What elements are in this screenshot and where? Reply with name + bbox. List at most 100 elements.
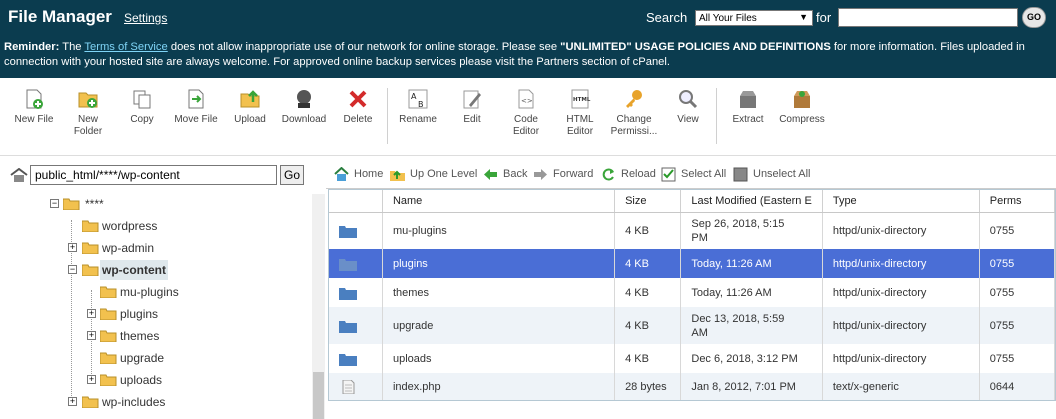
extract-button[interactable]: Extract [722,88,774,126]
folder-icon [100,308,117,320]
reload-button[interactable]: Reload [601,167,656,182]
file-modified-line-2: PM [691,231,708,244]
file-name[interactable]: themes [382,278,616,307]
unselect-all-button[interactable]: Unselect All [733,167,813,182]
view-button[interactable]: View [662,88,714,126]
search-go-button[interactable]: GO [1022,7,1046,28]
copy-button[interactable]: Copy [116,88,168,126]
tree-node-label[interactable]: themes [120,326,159,346]
file-modified: Dec 13, 2018, 5:59 AM [680,307,823,344]
column-header-type[interactable]: Type [822,190,980,213]
folder-icon [339,258,357,271]
tree-node-label[interactable]: upgrade [120,348,164,368]
toolbar: New File New Folder Copy Move File Uploa… [0,78,1056,156]
key-icon [626,90,642,108]
column-header-name[interactable]: Name [382,190,616,213]
path-go-button[interactable]: Go [280,165,304,185]
tree-node-label[interactable]: plugins [120,304,158,324]
rename-button[interactable]: AB Rename [392,88,444,126]
file-name[interactable]: plugins [382,249,616,278]
terms-of-service-link[interactable]: Terms of Service [84,41,167,53]
tree-scrollbar-thumb[interactable] [313,372,324,419]
file-perms: 0755 [979,278,1056,307]
edit-button[interactable]: Edit [446,88,498,126]
download-label: Download [281,114,327,125]
search-scope-select[interactable]: All Your Files ▼ [695,10,813,26]
tree-scrollbar[interactable] [312,194,325,419]
new-folder-label-1: New [77,114,98,125]
tree-node-label[interactable]: mu-plugins [120,282,179,302]
directory-tree: − **** wordpress + wp-admin − wp-content… [0,194,312,419]
new-file-button[interactable]: New File [8,88,60,126]
delete-label: Delete [343,114,373,125]
svg-text:B: B [418,100,424,109]
file-name[interactable]: uploads [382,344,616,373]
file-modified-line-1: Sep 26, 2018, 5:15 [691,217,785,230]
home-icon [334,167,349,181]
tree-node-label-selected[interactable]: wp-content [100,260,168,280]
tree-node-label[interactable]: **** [85,194,104,214]
file-type: httpd/unix-directory [822,212,980,249]
expand-toggle-icon[interactable]: + [87,309,96,318]
expand-toggle-icon[interactable]: + [87,331,96,340]
reminder-prefix: Reminder: [4,41,60,53]
row-icon-cell [329,212,383,249]
checkbox-empty-icon [733,167,748,182]
collapse-toggle-icon[interactable]: − [68,265,77,274]
up-one-level-button[interactable]: Up One Level [390,167,478,182]
unselect-all-label: Unselect All [753,168,811,180]
expand-toggle-icon[interactable]: + [87,375,96,384]
folder-icon [339,287,357,300]
settings-link[interactable]: Settings [124,11,167,25]
tree-node-label[interactable]: wp-includes [102,392,165,412]
tree-node-label[interactable]: uploads [120,370,162,390]
file-size: 28 bytes [614,373,682,400]
table-row[interactable]: upgrade 4 KB Dec 13, 2018, 5:59 AM httpd/… [329,307,1056,344]
new-folder-button[interactable]: New Folder [62,88,114,138]
move-file-button[interactable]: Move File [170,88,222,126]
for-label: for [816,10,832,25]
file-type: httpd/unix-directory [822,249,980,278]
upload-button[interactable]: Upload [224,88,276,126]
file-name[interactable]: mu-plugins [382,212,616,249]
back-label: Back [503,168,528,180]
extract-icon [740,91,756,108]
table-row-selected[interactable]: plugins 4 KB Today, 11:26 AM httpd/unix-… [329,249,1056,278]
column-header-perms[interactable]: Perms [979,190,1056,213]
path-input[interactable]: public_html/****/wp-content [30,165,277,185]
file-modified: Jan 8, 2012, 7:01 PM [680,373,823,400]
table-row[interactable]: themes 4 KB Today, 11:26 AM httpd/unix-d… [329,278,1056,307]
folder-open-icon [82,264,99,276]
file-name[interactable]: index.php [382,373,616,400]
file-icon [342,379,355,394]
search-input[interactable] [838,8,1018,27]
expand-toggle-icon[interactable]: + [68,397,77,406]
row-icon-cell [329,278,383,307]
column-header-last-modified[interactable]: Last Modified (Eastern E [680,190,823,213]
home-button[interactable]: Home [334,167,384,182]
expand-toggle-icon[interactable]: + [68,243,77,252]
download-button[interactable]: Download [278,88,330,126]
table-row[interactable]: uploads 4 KB Dec 6, 2018, 3:12 PM httpd/… [329,344,1056,373]
delete-button[interactable]: Delete [332,88,384,126]
collapse-toggle-icon[interactable]: − [50,199,59,208]
html-editor-button[interactable]: HTML HTML Editor [554,88,606,138]
table-row[interactable]: mu-plugins 4 KB Sep 26, 2018, 5:15 PM htt… [329,212,1056,249]
select-all-button[interactable]: Select All [661,167,727,182]
table-row[interactable]: index.php 28 bytes Jan 8, 2012, 7:01 PM … [329,373,1056,400]
tree-node-label[interactable]: wordpress [102,216,157,236]
tree-node-label[interactable]: wp-admin [102,238,154,258]
back-button[interactable]: Back [483,167,527,182]
table-header-row: Name Size Last Modified (Eastern E Type … [329,190,1056,213]
column-header-icon[interactable] [329,190,383,213]
column-header-size[interactable]: Size [614,190,682,213]
file-perms: 0755 [979,344,1056,373]
file-modified: Dec 6, 2018, 3:12 PM [680,344,823,373]
compress-button[interactable]: Compress [776,88,828,126]
move-file-label: Move File [174,114,218,125]
select-all-label: Select All [681,168,727,180]
change-permissions-button[interactable]: Change Permissi... [608,88,660,138]
file-name[interactable]: upgrade [382,307,616,344]
code-editor-button[interactable]: <> Code Editor [500,88,552,138]
forward-button[interactable]: Forward [533,167,595,182]
